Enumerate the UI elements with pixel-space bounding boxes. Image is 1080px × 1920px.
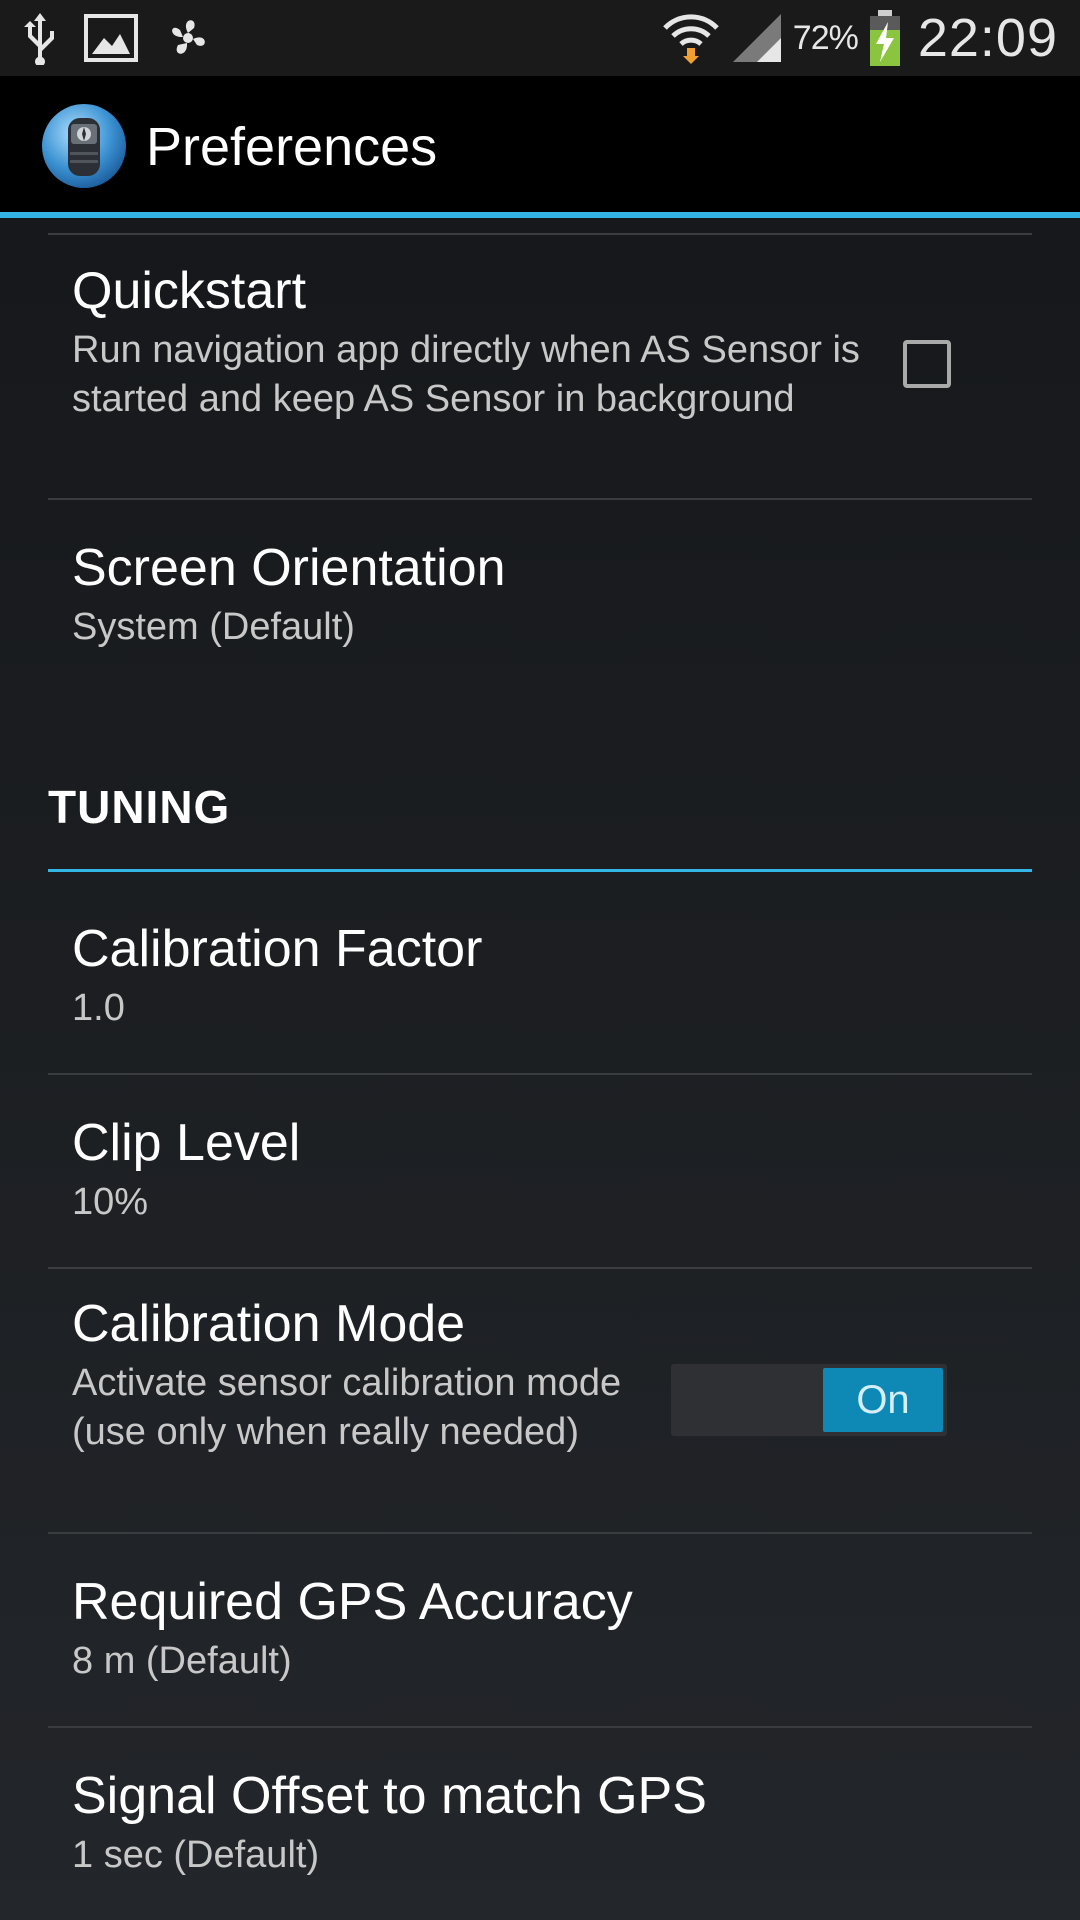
pref-summary: 1.0	[72, 987, 125, 1029]
battery-percent: 72%	[792, 18, 859, 57]
pref-gps-accuracy[interactable]: Required GPS Accuracy 8 m (Default)	[72, 1571, 633, 1686]
pref-summary: Run navigation app directly when AS Sens…	[72, 329, 860, 420]
image-icon	[84, 14, 138, 62]
pref-summary: 10%	[72, 1181, 149, 1223]
pref-summary: 1 sec (Default)	[72, 1834, 320, 1876]
list-divider	[48, 233, 1032, 235]
pref-calibration-mode[interactable]: Calibration Mode Activate sensor calibra…	[72, 1293, 632, 1457]
pref-title: Calibration Mode	[72, 1295, 466, 1353]
pref-calibration-factor[interactable]: Calibration Factor 1.0	[72, 918, 482, 1033]
pref-title: Signal Offset to match GPS	[72, 1767, 707, 1825]
pref-quickstart[interactable]: Quickstart Run navigation app directly w…	[72, 260, 872, 424]
list-divider	[48, 1073, 1032, 1075]
fan-icon	[172, 20, 205, 54]
pref-summary: Activate sensor calibration mode (use on…	[72, 1362, 622, 1453]
pref-summary: System (Default)	[72, 606, 355, 648]
pref-title: Required GPS Accuracy	[72, 1573, 633, 1631]
action-bar: Preferences	[0, 76, 1080, 212]
pref-screen-orientation[interactable]: Screen Orientation System (Default)	[72, 537, 506, 652]
pref-title: Quickstart	[72, 262, 307, 320]
page-title: Preferences	[146, 117, 438, 177]
pref-summary: 8 m (Default)	[72, 1640, 292, 1682]
section-divider	[48, 869, 1032, 872]
toggle-on-label: On	[823, 1368, 943, 1432]
usb-icon	[24, 13, 54, 65]
status-bar: 72% 22:09	[0, 0, 1080, 76]
wifi-icon	[662, 14, 719, 64]
list-divider	[48, 1267, 1032, 1269]
pref-signal-offset[interactable]: Signal Offset to match GPS 1 sec (Defaul…	[72, 1765, 707, 1880]
pref-title: Calibration Factor	[72, 920, 483, 978]
pref-clip-level[interactable]: Clip Level 10%	[72, 1112, 300, 1227]
preferences-list[interactable]: Quickstart Run navigation app directly w…	[0, 218, 1080, 1920]
calibration-mode-toggle[interactable]: On	[671, 1364, 947, 1436]
list-divider	[48, 1726, 1032, 1728]
signal-icon	[732, 14, 781, 62]
anemometer-app-icon[interactable]	[40, 102, 128, 190]
pref-title: Clip Level	[72, 1114, 301, 1172]
list-divider	[48, 1532, 1032, 1534]
list-divider	[48, 498, 1032, 500]
clock: 22:09	[917, 8, 1058, 68]
pref-title: Screen Orientation	[72, 539, 506, 597]
section-header-tuning: TUNING	[48, 781, 231, 833]
quickstart-checkbox[interactable]	[903, 340, 951, 388]
battery-charging-icon	[869, 10, 900, 66]
